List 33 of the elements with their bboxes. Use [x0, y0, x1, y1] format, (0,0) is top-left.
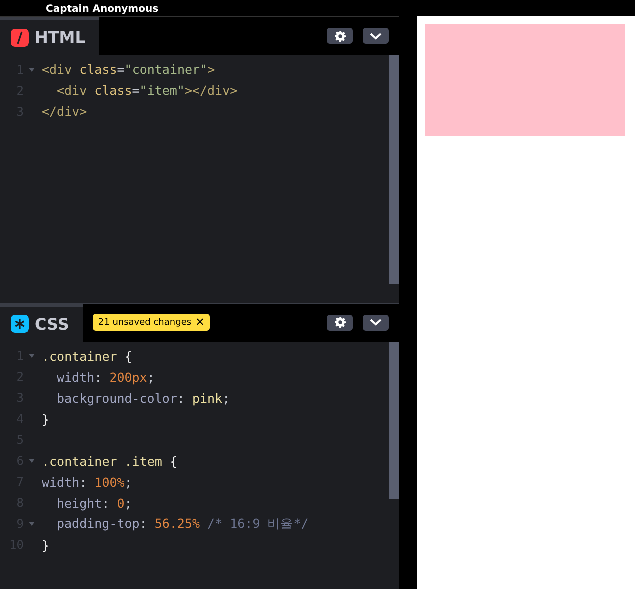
chevron-down-icon [370, 32, 382, 40]
code-line: padding-top: 56.25% /* 16:9 비율*/ [56, 516, 309, 532]
fold-arrow-icon[interactable] [29, 522, 35, 526]
code-line: width: 200px; [56, 370, 155, 384]
author-name: Captain Anonymous [46, 4, 159, 16]
asterisk-logo-icon [11, 315, 29, 333]
code-line: } [41, 412, 50, 426]
fold-arrow-icon[interactable] [29, 68, 35, 72]
settings-button[interactable] [327, 28, 353, 44]
editor-tab[interactable]: HTML [0, 17, 100, 55]
chevron-down-icon [370, 319, 382, 326]
dropdown-button[interactable] [363, 314, 389, 330]
code-line: .container { [41, 348, 132, 364]
slash-logo-icon [11, 28, 29, 46]
code-line: <div class="item"></div> [56, 83, 238, 98]
editor-tab[interactable]: CSS [0, 304, 84, 342]
settings-icon [334, 30, 346, 42]
code-line: </div> [41, 104, 88, 119]
settings-button[interactable] [327, 314, 353, 330]
scrollbar-thumb[interactable] [389, 55, 399, 284]
unsaved-changes-badge[interactable]: 21 unsaved changes ✕ [93, 314, 210, 331]
code-line: } [41, 538, 50, 552]
code-line: .container .item { [41, 454, 178, 468]
close-icon[interactable]: ✕ [196, 316, 205, 329]
fold-arrow-icon[interactable] [29, 459, 35, 463]
scrollbar-thumb[interactable] [389, 342, 399, 498]
dropdown-button[interactable] [363, 28, 389, 44]
code-line: background-color: pink; [56, 390, 230, 406]
code-line: width: 100%; [41, 474, 132, 490]
settings-icon [334, 317, 346, 328]
fold-arrow-icon[interactable] [29, 354, 35, 358]
code-line: height: 0; [56, 496, 132, 510]
code-line: <div class="container"> [41, 62, 216, 77]
